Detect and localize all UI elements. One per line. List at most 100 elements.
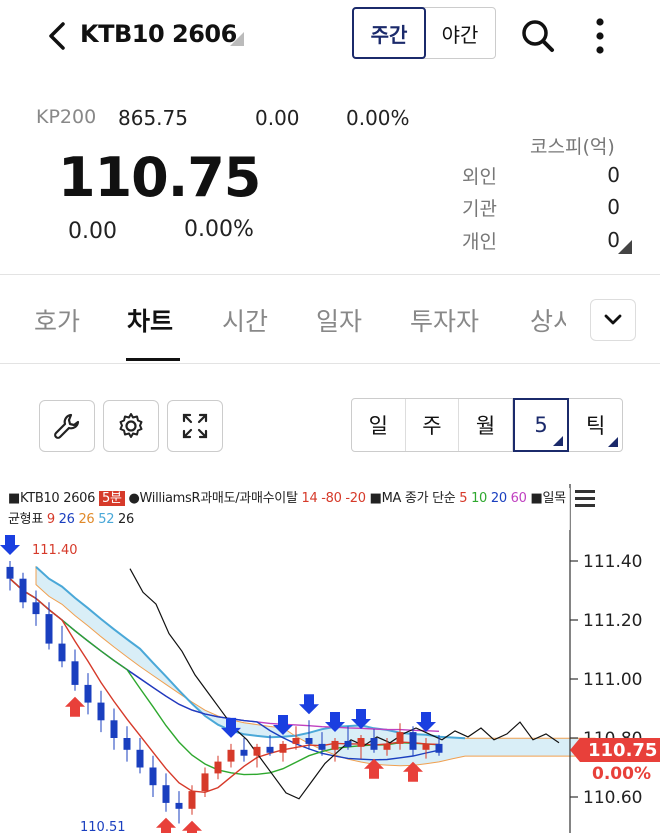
candle-body: [214, 761, 222, 774]
gear-icon: [119, 413, 143, 438]
candle-body: [175, 802, 183, 809]
index-label: KP200: [36, 106, 97, 128]
chart-settings-button[interactable]: [103, 400, 159, 452]
active-tab-underline: [126, 358, 180, 361]
session-day-button[interactable]: 주간: [352, 7, 426, 59]
period-week-label: 주: [422, 414, 442, 438]
candle-body: [305, 738, 313, 744]
investor-title: 코스피(억): [530, 136, 615, 158]
candle-body: [422, 743, 430, 750]
candle-body: [84, 684, 92, 703]
candle-body: [240, 749, 248, 756]
more-menu-icon[interactable]: [586, 14, 614, 58]
legend-ma-60: 60: [510, 491, 527, 506]
fullscreen-button[interactable]: [167, 400, 223, 452]
chart-tools-button[interactable]: [39, 400, 95, 452]
candle-body: [331, 740, 339, 750]
instrument-title[interactable]: KTB10 2606: [80, 20, 237, 48]
candle-body: [149, 767, 157, 786]
candle-body: [318, 743, 326, 750]
current-pct-tag: 0.00%: [592, 764, 651, 784]
dropdown-corner-icon: [607, 437, 618, 447]
legend-ichi-52: 52: [98, 512, 115, 527]
index-change-pct: 0.00%: [346, 106, 410, 130]
investor-individual-label: 개인: [462, 231, 497, 253]
chart-menu-icon[interactable]: [575, 490, 595, 507]
legend-ma-20: 20: [490, 491, 507, 506]
tab-expand-button[interactable]: [590, 299, 636, 341]
period-day-label: 일: [368, 414, 388, 438]
investor-foreign-value: 0: [607, 163, 620, 187]
candle-body: [292, 738, 300, 744]
y-axis-tick-label: 111.00: [583, 670, 642, 690]
candle-body: [97, 702, 105, 721]
legend-ichi-9: 9: [46, 512, 55, 527]
chart-legend: ■KTB10 2606 5분 ●WilliamsR과매도/과매수이탈 14 -8…: [8, 488, 570, 530]
legend-wr: WilliamsR과매도/과매수이탈: [139, 491, 298, 506]
candle-body: [383, 743, 391, 750]
session-toggle: 주간 야간: [352, 7, 496, 59]
y-axis-tick-label: 111.40: [583, 552, 642, 572]
candle-body: [45, 614, 53, 644]
price-chart[interactable]: ■KTB10 2606 5분 ●WilliamsR과매도/과매수이탈 14 -8…: [0, 484, 660, 833]
candle-body: [344, 740, 352, 747]
period-month-label: 월: [475, 414, 496, 438]
candle-body: [136, 749, 144, 768]
candle-body: [162, 785, 170, 803]
candle-body: [396, 732, 404, 744]
candle-body: [409, 732, 417, 750]
y-axis-tick-label: 110.60: [583, 788, 642, 808]
session-night-button[interactable]: 야간: [425, 8, 495, 58]
investor-individual-value: 0: [607, 228, 620, 252]
back-arrow-icon[interactable]: [42, 16, 72, 56]
tab-orderbook[interactable]: 호가: [34, 302, 80, 338]
tab-investor[interactable]: 투자자: [410, 302, 479, 338]
period-month-button[interactable]: 월: [459, 399, 513, 451]
high-price-label: 111.40: [32, 543, 78, 558]
investor-institution-value: 0: [607, 195, 620, 219]
price-change-pct: 0.00%: [184, 217, 254, 242]
candle-body: [58, 643, 66, 662]
tab-more[interactable]: 상시: [530, 302, 566, 338]
tab-daily[interactable]: 일자: [316, 302, 362, 338]
legend-ma-5: 5: [459, 491, 468, 506]
index-value: 865.75: [118, 106, 188, 130]
candle-body: [123, 738, 131, 750]
candle-body: [357, 738, 365, 747]
dropdown-corner-icon: [553, 436, 564, 446]
divider: [0, 363, 660, 364]
y-axis-tick-label: 111.20: [583, 611, 642, 631]
title-dropdown-icon[interactable]: [230, 32, 244, 46]
legend-ichi-26b: 26: [78, 512, 95, 527]
sell-signal-arrow: [299, 694, 319, 715]
period-week-button[interactable]: 주: [406, 399, 460, 451]
tab-chart[interactable]: 차트: [127, 302, 173, 338]
candle-body: [6, 566, 14, 579]
expand-icon: [182, 413, 208, 439]
candle-body: [201, 773, 209, 792]
buy-signal-arrow: [156, 817, 176, 833]
period-tick-button[interactable]: 틱: [569, 399, 622, 451]
tab-time[interactable]: 시간: [222, 302, 268, 338]
period-tick-label: 틱: [586, 414, 606, 438]
period-minute-button[interactable]: 5: [512, 398, 570, 452]
legend-ichi-26a: 26: [58, 512, 75, 527]
period-day-button[interactable]: 일: [352, 399, 406, 451]
investor-foreign-label: 외인: [462, 166, 497, 188]
candle-body: [435, 743, 443, 753]
candle-body: [19, 578, 27, 603]
candle-body: [227, 749, 235, 762]
current-price: 110.75: [58, 146, 261, 209]
buy-signal-arrow: [65, 696, 85, 717]
divider: [0, 274, 660, 275]
legend-ma: MA 종가 단순: [381, 491, 456, 506]
top-bar: KTB10 2606 주간 야간: [0, 0, 660, 80]
candle-body: [279, 743, 287, 753]
legend-interval-badge: 5분: [98, 491, 125, 506]
chart-canvas: 110.60110.80111.00111.20111.40: [0, 484, 642, 833]
ichimoku-cloud: [35, 565, 596, 767]
search-icon[interactable]: [518, 16, 558, 56]
candle-body: [370, 738, 378, 750]
investor-dropdown-icon[interactable]: [618, 240, 632, 254]
price-change: 0.00: [68, 219, 117, 244]
